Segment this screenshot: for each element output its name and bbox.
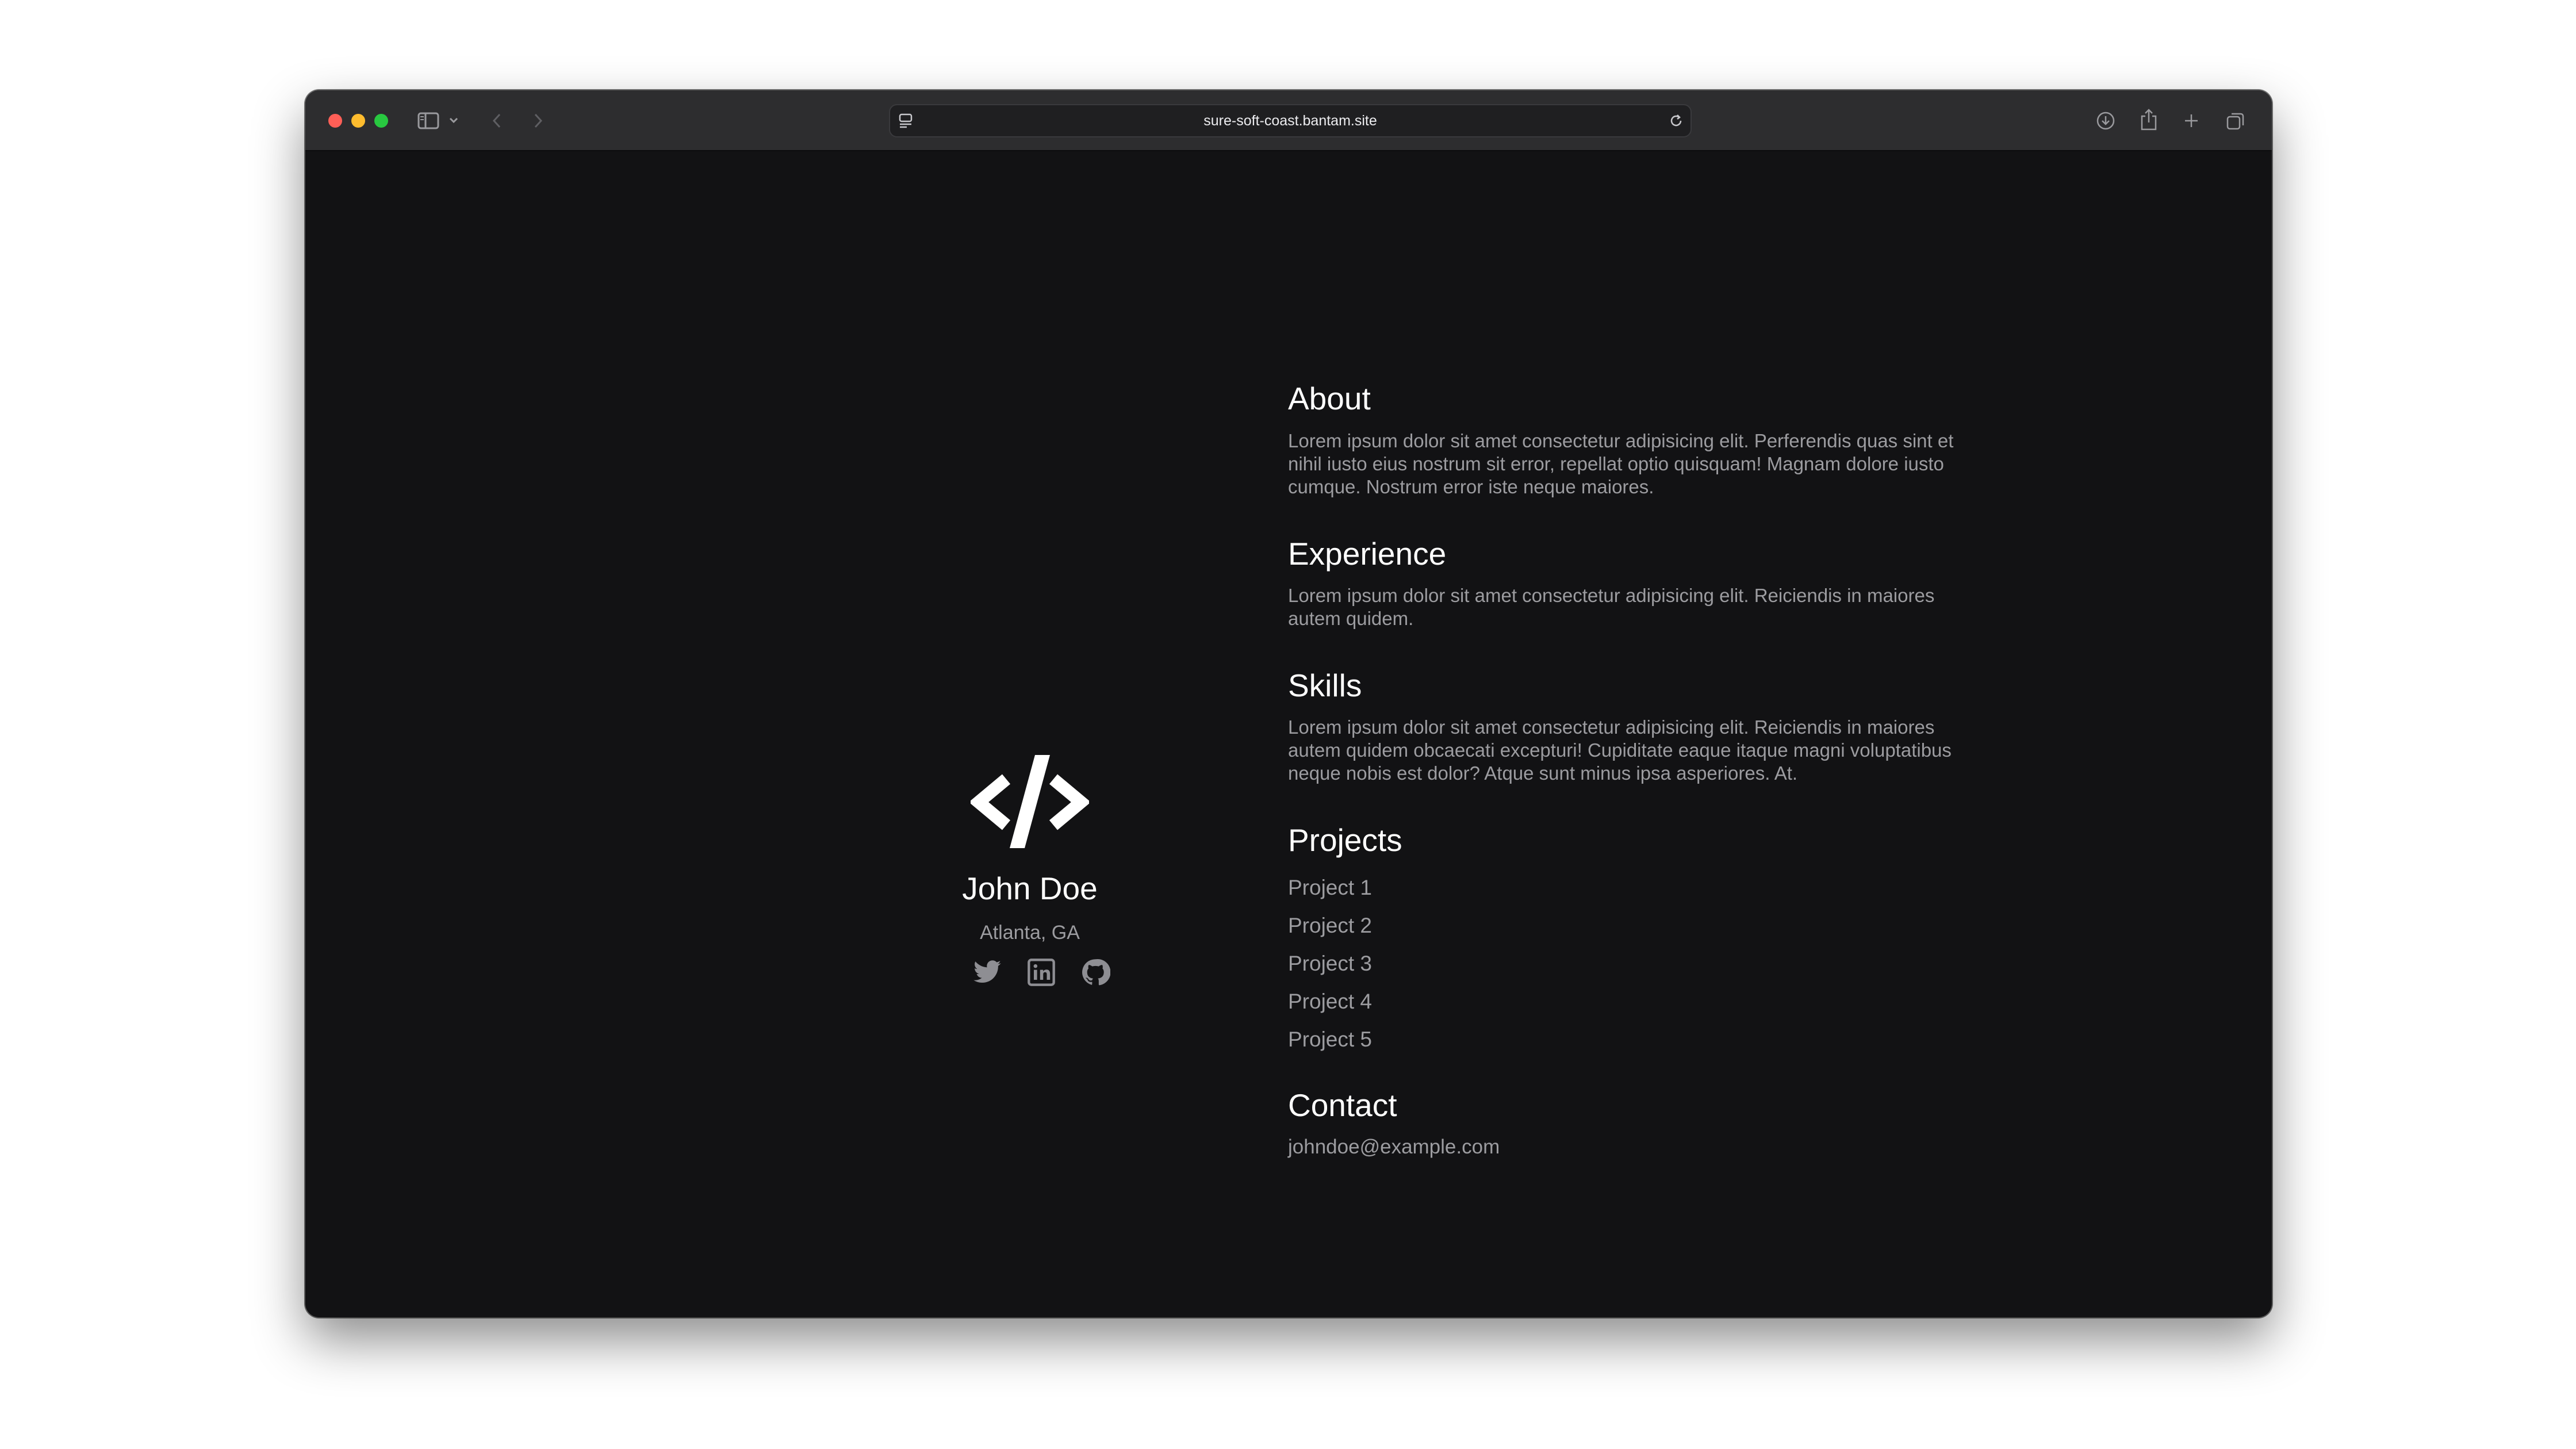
tab-overview-icon[interactable]	[2225, 110, 2247, 132]
project-link[interactable]: Project 3	[1288, 952, 1372, 976]
about-heading: About	[1288, 381, 1371, 416]
twitter-icon[interactable]	[972, 957, 1002, 987]
project-link[interactable]: Project 2	[1288, 914, 1372, 938]
browser-window: sure-soft-coast.bantam.site John Doe Atl…	[305, 90, 2272, 1317]
experience-text: Lorem ipsum dolor sit amet consectetur a…	[1288, 585, 1935, 629]
github-icon[interactable]	[1080, 957, 1111, 987]
address-bar[interactable]: sure-soft-coast.bantam.site	[889, 104, 1692, 137]
project-link[interactable]: Project 1	[1288, 876, 1372, 900]
project-link[interactable]: Project 5	[1288, 1028, 1372, 1052]
close-window-button[interactable]	[328, 114, 342, 128]
chevron-down-icon[interactable]	[448, 114, 459, 126]
maximize-window-button[interactable]	[374, 114, 388, 128]
browser-toolbar: sure-soft-coast.bantam.site	[305, 90, 2272, 151]
projects-heading: Projects	[1288, 822, 1402, 858]
social-links	[972, 957, 1111, 990]
experience-heading: Experience	[1288, 536, 1447, 572]
chevron-right-icon[interactable]	[530, 111, 547, 131]
linkedin-icon[interactable]	[1026, 957, 1056, 987]
reload-icon[interactable]	[1667, 112, 1685, 129]
project-link[interactable]: Project 4	[1288, 990, 1372, 1014]
profile-location: Atlanta, GA	[980, 922, 1080, 944]
url-text[interactable]: sure-soft-coast.bantam.site	[890, 105, 1690, 136]
skills-heading: Skills	[1288, 668, 1362, 703]
sidebar-icon[interactable]	[417, 111, 440, 131]
contact-heading: Contact	[1288, 1087, 1397, 1123]
plus-icon[interactable]	[2181, 110, 2202, 131]
page-content: John Doe Atlanta, GA About Lorem ipsum d…	[305, 151, 2272, 1317]
about-text: Lorem ipsum dolor sit amet consectetur a…	[1288, 430, 1954, 497]
chevron-left-icon[interactable]	[488, 111, 505, 131]
skills-text: Lorem ipsum dolor sit amet consectetur a…	[1288, 716, 1952, 784]
contact-email[interactable]: johndoe@example.com	[1288, 1136, 1500, 1159]
profile-name: John Doe	[962, 871, 1098, 906]
minimize-window-button[interactable]	[351, 114, 365, 128]
code-icon	[968, 755, 1091, 848]
download-icon[interactable]	[2095, 110, 2117, 132]
share-icon[interactable]	[2138, 108, 2159, 132]
